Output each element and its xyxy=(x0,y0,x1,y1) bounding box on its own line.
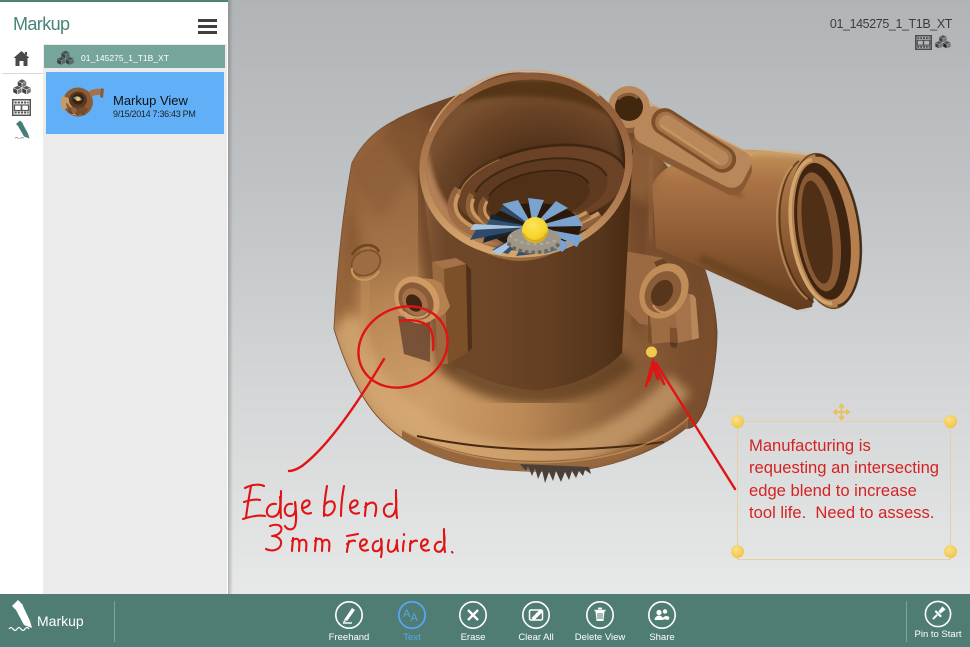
svg-text:A: A xyxy=(411,612,419,624)
